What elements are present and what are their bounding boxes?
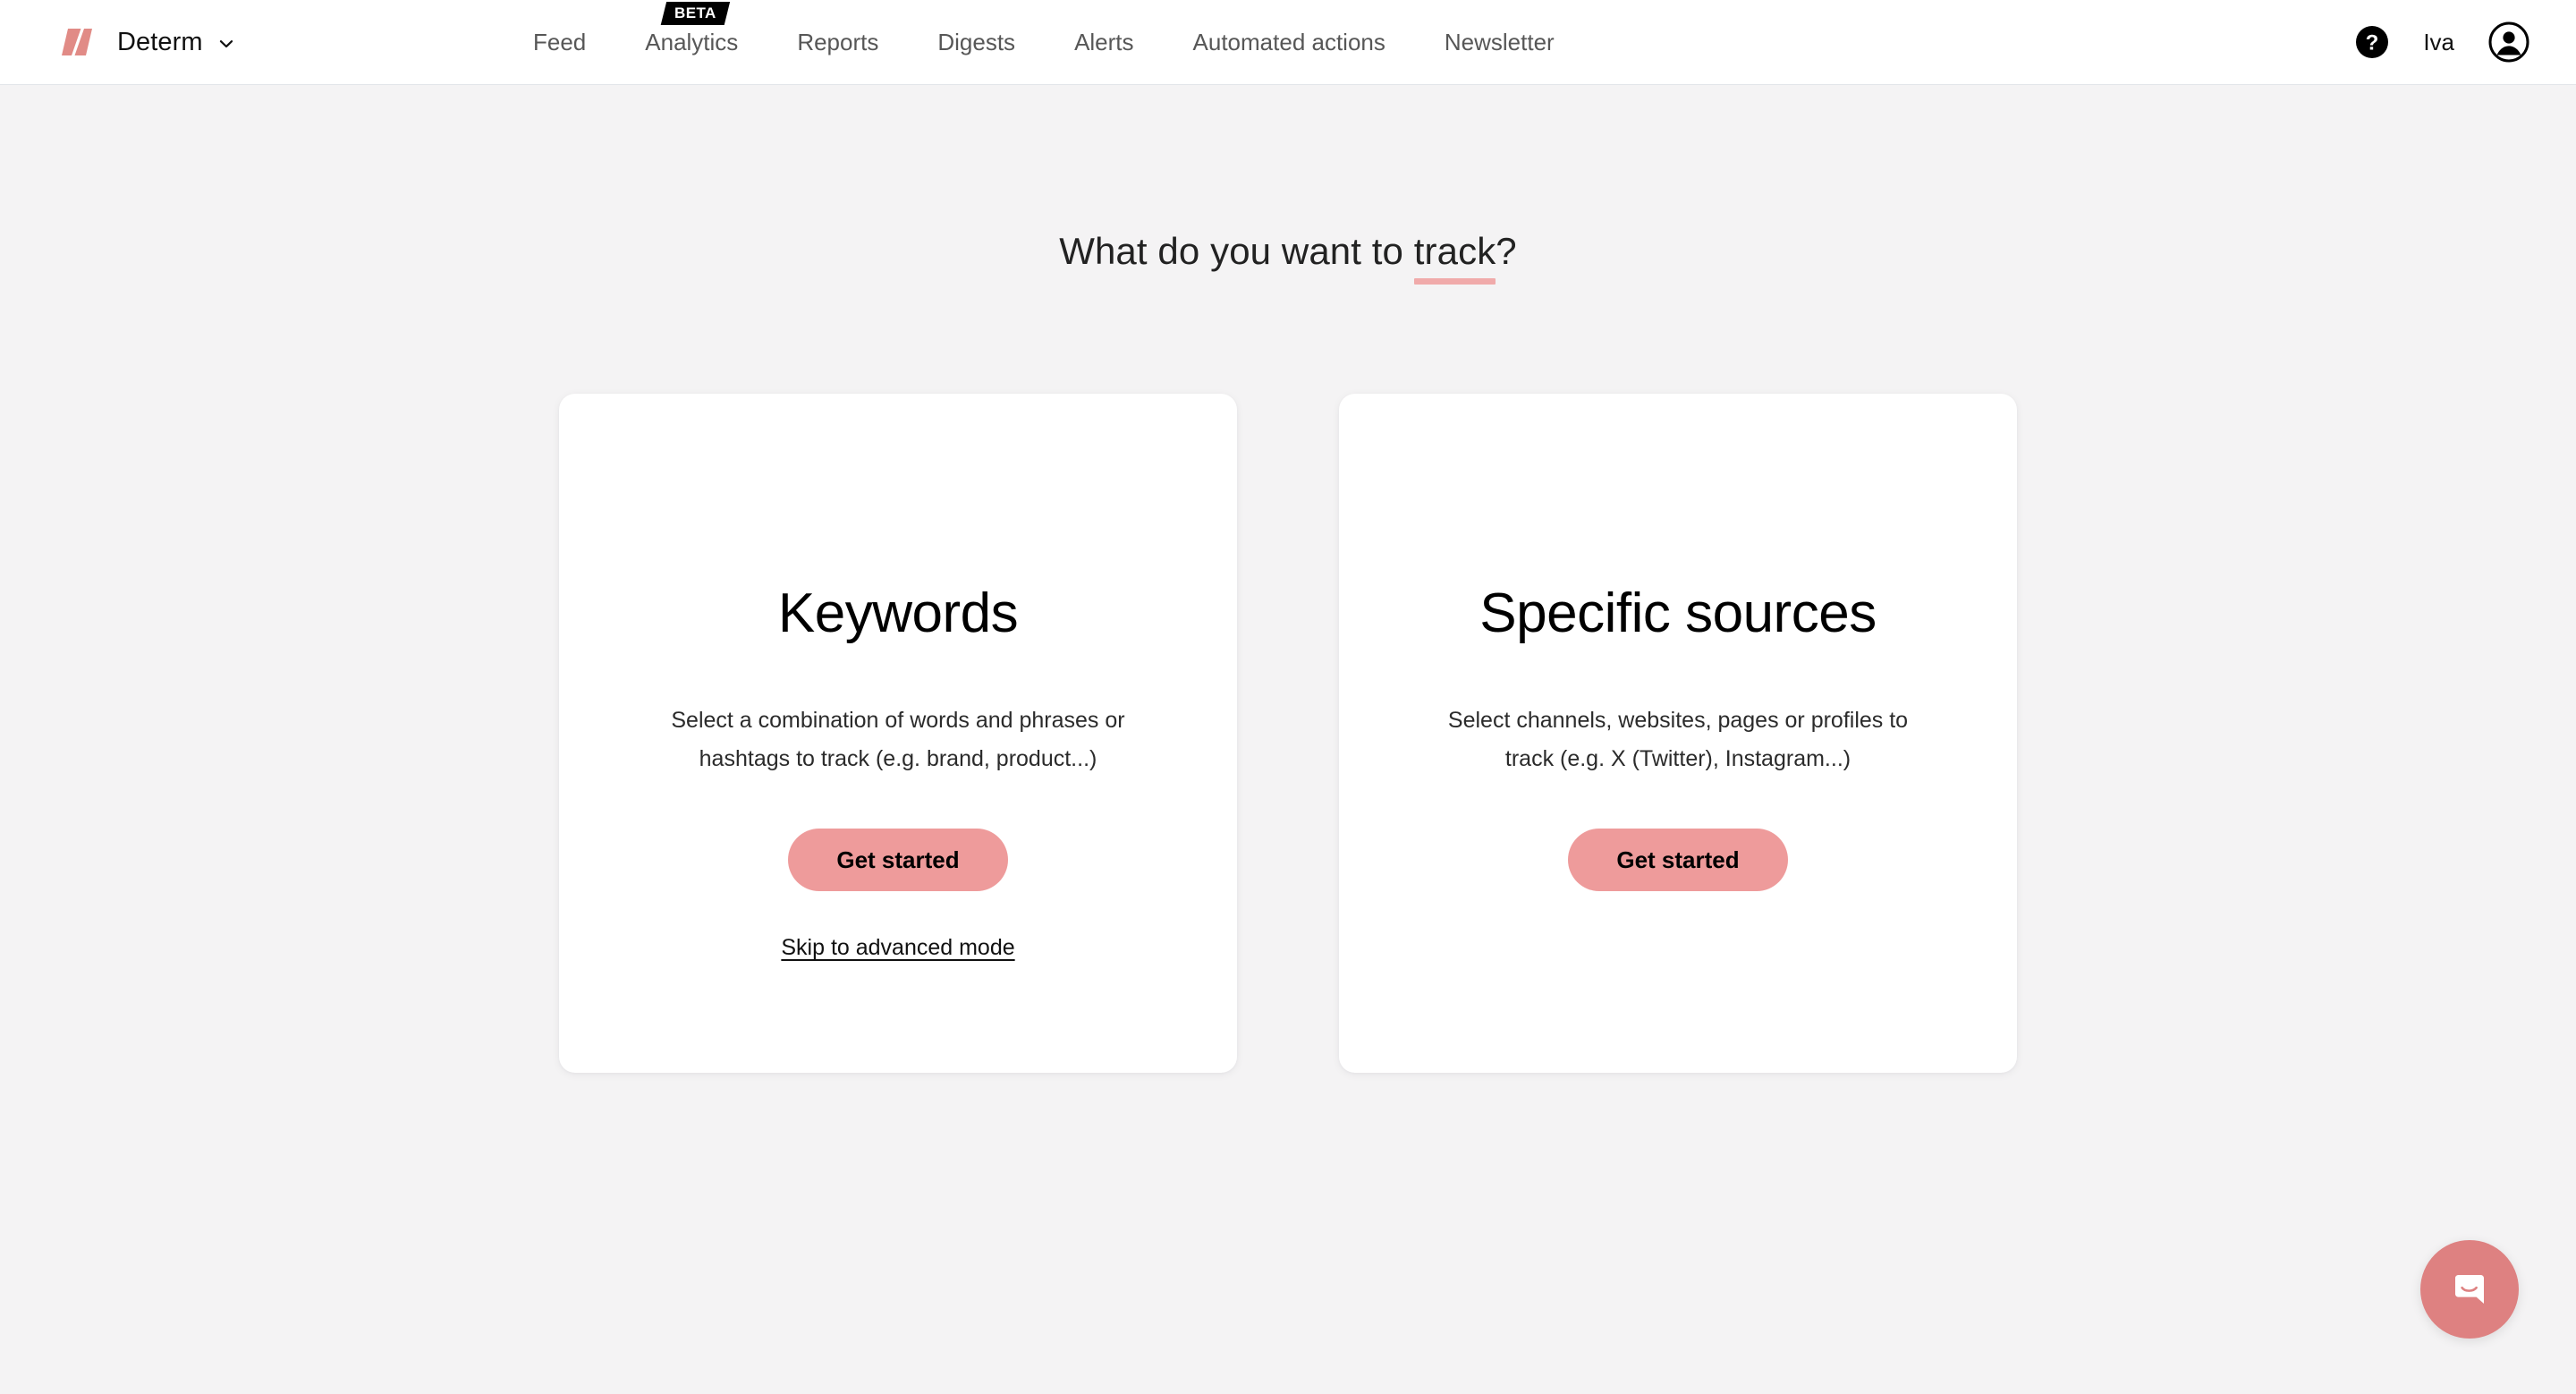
get-started-button-specific-sources[interactable]: Get started	[1568, 829, 1788, 891]
card-title: Specific sources	[1479, 582, 1877, 644]
card-keywords[interactable]: Keywords Select a combination of words a…	[559, 394, 1237, 1073]
nav-item-label: Newsletter	[1444, 29, 1555, 55]
card-description: Select a combination of words and phrase…	[671, 708, 1125, 771]
nav-item-reports[interactable]: Reports	[797, 30, 878, 54]
track-type-card-list: Keywords Select a combination of words a…	[0, 394, 2576, 1073]
account-circle-icon[interactable]	[2488, 21, 2529, 63]
nav-item-automated-actions[interactable]: Automated actions	[1193, 30, 1385, 54]
beta-badge: BETA	[660, 2, 731, 25]
brand-workspace-switcher[interactable]: Determ	[56, 0, 235, 84]
chat-launcher-button[interactable]	[2420, 1240, 2519, 1339]
page-title-suffix: ?	[1496, 230, 1517, 272]
nav-item-digests[interactable]: Digests	[937, 30, 1015, 54]
card-description: Select channels, websites, pages or prof…	[1447, 708, 1909, 771]
username-label[interactable]: Iva	[2423, 30, 2454, 54]
get-started-button-keywords[interactable]: Get started	[788, 829, 1008, 891]
page-title: What do you want to track?	[0, 230, 2576, 285]
chevron-down-icon	[217, 35, 235, 53]
main-navigation: Feed BETA Analytics Reports Digests Aler…	[533, 0, 1555, 84]
nav-item-newsletter[interactable]: Newsletter	[1445, 30, 1555, 54]
determ-logo-icon	[56, 24, 97, 60]
beta-badge-label: BETA	[674, 4, 716, 21]
svg-text:?: ?	[2366, 31, 2379, 55]
page-title-highlight: track	[1413, 230, 1496, 285]
chat-bubble-smile-icon	[2446, 1266, 2493, 1313]
skip-to-advanced-mode-link[interactable]: Skip to advanced mode	[781, 935, 1014, 961]
nav-item-label: Feed	[533, 29, 587, 55]
nav-item-alerts[interactable]: Alerts	[1074, 30, 1133, 54]
nav-item-label: Digests	[937, 29, 1016, 55]
nav-item-label: Reports	[797, 29, 879, 55]
nav-item-analytics[interactable]: BETA Analytics	[645, 2, 739, 55]
nav-item-label: Analytics	[645, 29, 739, 55]
top-navigation-bar: Determ Feed BETA Analytics Reports Diges…	[0, 0, 2576, 85]
header-actions: ? Iva	[2355, 0, 2529, 84]
card-title: Keywords	[777, 582, 1019, 644]
page-title-prefix: What do you want to	[1059, 230, 1414, 272]
nav-item-feed[interactable]: Feed	[533, 30, 586, 54]
card-specific-sources[interactable]: Specific sources Select channels, websit…	[1339, 394, 2017, 1073]
nav-item-label: Alerts	[1074, 29, 1134, 55]
main-content: What do you want to track? Keywords Sele…	[0, 233, 2576, 1394]
help-circle-icon[interactable]: ?	[2355, 25, 2389, 59]
brand-name: Determ	[117, 27, 203, 56]
nav-item-label: Automated actions	[1192, 29, 1385, 55]
